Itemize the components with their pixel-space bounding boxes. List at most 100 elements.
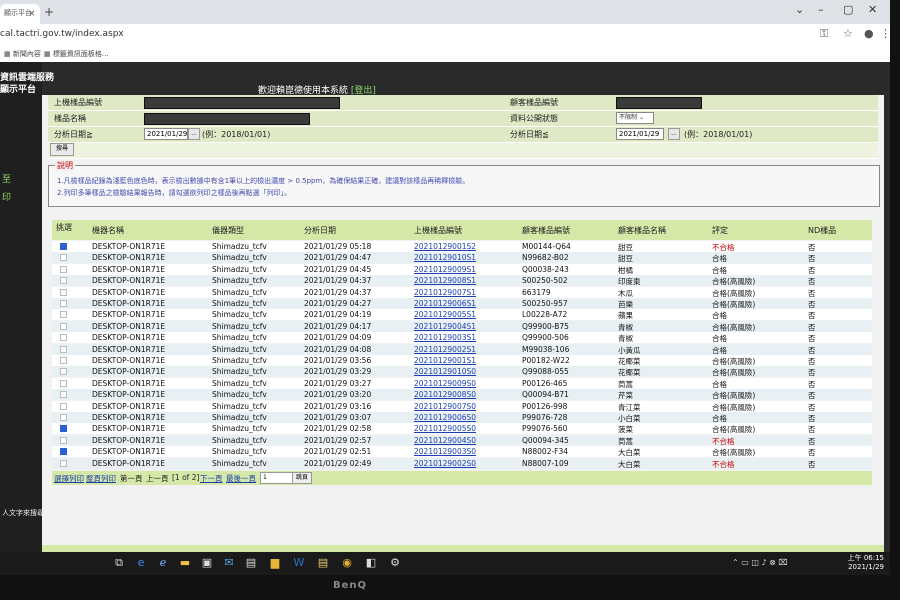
- menu-icon[interactable]: ⋮: [880, 27, 890, 40]
- page-number-input[interactable]: 1: [260, 472, 294, 484]
- system-tray-icons[interactable]: ⌃ ▭ ◫ ♪ ⊗ ⌧: [732, 558, 788, 567]
- cell-upload-id[interactable]: 20210129009S1: [414, 265, 476, 274]
- store-icon[interactable]: ▣: [200, 556, 214, 570]
- row-checkbox[interactable]: [60, 311, 67, 319]
- mail-icon[interactable]: ✉: [222, 556, 236, 570]
- row-checkbox[interactable]: [60, 436, 67, 444]
- task-view-icon[interactable]: ⧉: [112, 556, 126, 570]
- app-icon[interactable]: ▤: [244, 556, 258, 570]
- last-page-link[interactable]: 最後一頁: [226, 473, 256, 484]
- address-bar[interactable]: cal.tactri.gov.tw/index.aspx ⚿ ☆ ● ⋮: [0, 24, 890, 47]
- first-page-link[interactable]: 第一頁: [120, 473, 143, 484]
- row-checkbox[interactable]: [60, 379, 67, 387]
- row-checkbox[interactable]: [60, 391, 67, 399]
- office-icon[interactable]: ▆: [268, 556, 282, 570]
- cell-upload-id[interactable]: 20210129006S0: [414, 413, 476, 422]
- client-id-input[interactable]: [616, 97, 702, 109]
- cell-machine: DESKTOP-ON1R71E: [92, 253, 166, 263]
- word-icon[interactable]: W: [292, 556, 306, 570]
- row-checkbox[interactable]: [60, 425, 67, 433]
- cell-name: 茼蒿: [618, 436, 633, 446]
- cell-upload-id[interactable]: 20210129004S1: [414, 322, 476, 331]
- upload-id-input[interactable]: [144, 97, 340, 109]
- close-icon[interactable]: ×: [28, 9, 36, 19]
- row-checkbox[interactable]: [60, 277, 67, 285]
- ie-icon[interactable]: ℯ: [156, 556, 170, 570]
- star-icon[interactable]: ☆: [843, 27, 853, 40]
- bookmark-item[interactable]: ▦ 標籤資訊面板格...: [44, 49, 109, 59]
- cell-upload-id[interactable]: 20210129005S1: [414, 310, 476, 319]
- prev-page-link[interactable]: 上一頁: [146, 473, 169, 484]
- next-page-link[interactable]: 下一頁: [200, 473, 223, 484]
- bookmark-item[interactable]: ▦ 新聞內容: [4, 49, 41, 59]
- print-all-link[interactable]: 整頁列印: [86, 473, 116, 484]
- search-button[interactable]: 搜尋: [50, 143, 74, 156]
- cell-upload-id[interactable]: 20210129005S0: [414, 424, 476, 433]
- taskbar-search-hint[interactable]: 人文字來搜尋: [2, 508, 44, 518]
- cell-upload-id[interactable]: 20210129006S1: [414, 299, 476, 308]
- date-to-input[interactable]: 2021/01/29: [616, 128, 664, 140]
- cell-upload-id[interactable]: 20210129001S2: [414, 242, 476, 251]
- row-checkbox[interactable]: [60, 265, 67, 273]
- row-checkbox[interactable]: [60, 345, 67, 353]
- client-id-label: 顧客樣品編號: [510, 98, 558, 107]
- account-icon[interactable]: ●: [864, 27, 874, 40]
- sidebar-link[interactable]: 至: [2, 172, 11, 185]
- cell-upload-id[interactable]: 20210129008S1: [414, 276, 476, 285]
- cell-upload-id[interactable]: 20210129010S1: [414, 253, 476, 262]
- print-selected-link[interactable]: 選擇列印: [54, 473, 84, 484]
- date-to-picker-button[interactable]: ...: [668, 128, 680, 140]
- row-checkbox[interactable]: [60, 322, 67, 330]
- cell-upload-id[interactable]: 20210129002S1: [414, 345, 476, 354]
- maximize-icon[interactable]: ▢: [843, 3, 853, 16]
- chrome-icon[interactable]: ◉: [340, 556, 354, 570]
- settings-icon[interactable]: ⚙: [388, 556, 402, 570]
- url-text[interactable]: cal.tactri.gov.tw/index.aspx: [0, 29, 124, 39]
- app-icon[interactable]: ◧: [364, 556, 378, 570]
- new-tab-icon[interactable]: +: [44, 5, 54, 19]
- notes-icon[interactable]: ▤: [316, 556, 330, 570]
- row-checkbox[interactable]: [60, 414, 67, 421]
- cell-client-id: Q99900-B75: [522, 321, 569, 331]
- row-checkbox[interactable]: [60, 334, 67, 342]
- row-checkbox[interactable]: [60, 254, 67, 262]
- key-icon[interactable]: ⚿: [820, 27, 828, 41]
- cell-upload-id[interactable]: 20210129007S0: [414, 402, 476, 411]
- row-checkbox[interactable]: [60, 243, 67, 250]
- minimize-icon[interactable]: –: [818, 3, 824, 16]
- row-checkbox[interactable]: [60, 402, 67, 410]
- go-page-button[interactable]: 跳頁: [292, 472, 312, 484]
- chevron-down-icon[interactable]: ⌄: [795, 3, 804, 16]
- row-checkbox[interactable]: [60, 368, 67, 376]
- table-row: DESKTOP-ON1R71E Shimadzu_tcfv 2021/01/29 0…: [52, 241, 872, 252]
- cell-upload-id[interactable]: 20210129002S0: [414, 459, 476, 468]
- cell-upload-id[interactable]: 20210129003S0: [414, 447, 476, 456]
- cell-result: 合格: [712, 265, 727, 275]
- row-checkbox[interactable]: [60, 288, 67, 296]
- row-checkbox[interactable]: [60, 300, 67, 307]
- cell-upload-id[interactable]: 20210129003S1: [414, 333, 476, 342]
- window-close-icon[interactable]: ✕: [868, 3, 877, 16]
- date-from-input[interactable]: 2021/01/29: [144, 128, 188, 140]
- edge-icon[interactable]: e: [134, 556, 148, 570]
- sidebar-link[interactable]: 印: [2, 190, 11, 203]
- cell-nd: 否: [808, 277, 816, 287]
- cell-upload-id[interactable]: 20210129007S1: [414, 288, 476, 297]
- date-from-picker-button[interactable]: ...: [188, 128, 200, 140]
- browser-tab[interactable]: 顯示平台 ×: [0, 4, 40, 24]
- page-info: [1 of 2]: [172, 473, 200, 482]
- sample-name-input[interactable]: [144, 113, 310, 125]
- cell-upload-id[interactable]: 20210129004S0: [414, 436, 476, 445]
- folder-icon[interactable]: ▬: [178, 556, 192, 570]
- cell-name: 木瓜: [618, 288, 633, 298]
- public-status-select[interactable]: 不限制 ⌄: [616, 112, 654, 124]
- row-checkbox[interactable]: [60, 448, 67, 456]
- cell-upload-id[interactable]: 20210129010S0: [414, 367, 476, 376]
- row-checkbox[interactable]: [60, 357, 67, 364]
- taskbar-clock[interactable]: 上午 06:15 2021/1/29: [848, 554, 884, 572]
- cell-upload-id[interactable]: 20210129008S0: [414, 390, 476, 399]
- cell-upload-id[interactable]: 20210129009S0: [414, 379, 476, 388]
- cell-upload-id[interactable]: 20210129001S1: [414, 356, 476, 365]
- cell-client-id: P99076-560: [522, 424, 568, 434]
- row-checkbox[interactable]: [60, 459, 67, 467]
